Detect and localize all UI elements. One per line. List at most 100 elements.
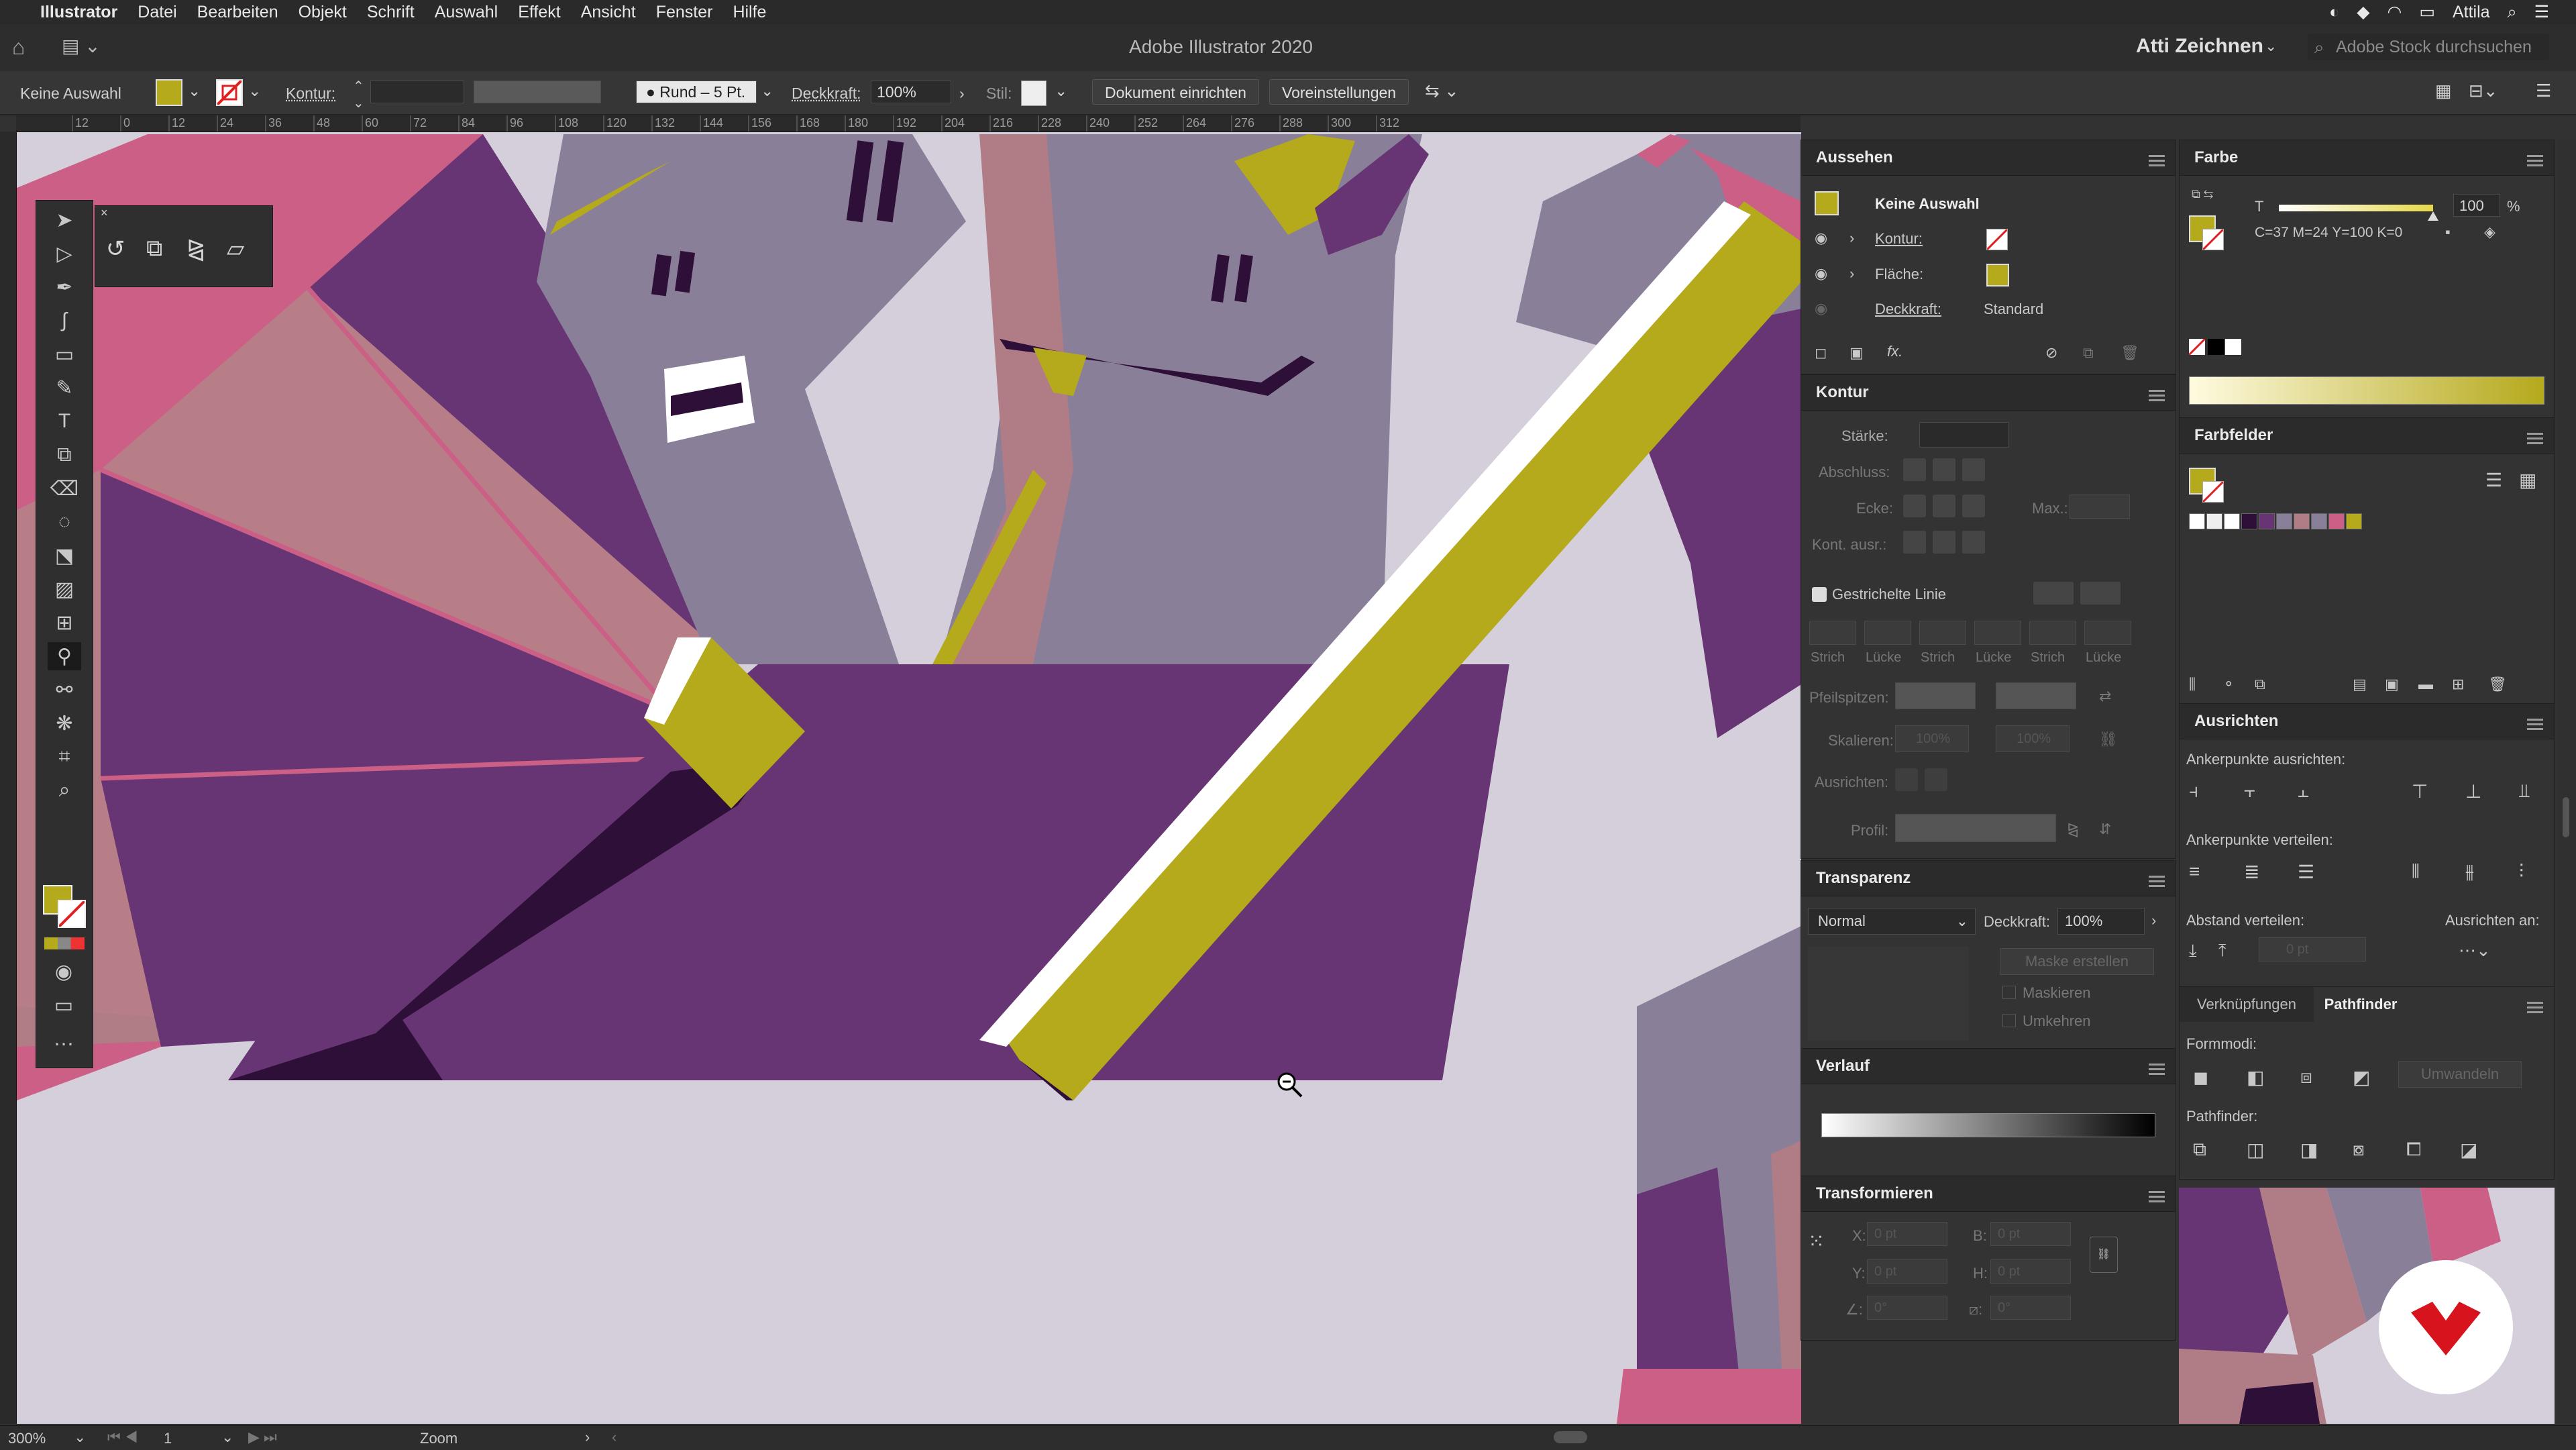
list-view-icon[interactable]: ☰ <box>2485 469 2502 491</box>
duplicate-item-icon[interactable]: ⧉ <box>2083 344 2094 362</box>
swatch[interactable] <box>2328 513 2345 529</box>
menu-fenster[interactable]: Fenster <box>656 3 713 22</box>
align-inside-icon[interactable] <box>1933 531 1955 554</box>
swatch[interactable] <box>2224 513 2240 529</box>
panel-menu-icon[interactable] <box>2527 719 2543 721</box>
reflect-tool-icon[interactable]: ⧎ <box>186 236 206 262</box>
cap-square-icon[interactable] <box>1962 458 1985 481</box>
limit-field[interactable] <box>2070 495 2130 519</box>
shape-builder-tool-icon[interactable]: ⬔ <box>48 541 81 570</box>
swatches-stroke-swatch[interactable] <box>2202 480 2224 503</box>
opacity-label[interactable]: Deckkraft: <box>792 85 861 103</box>
add-stroke-icon[interactable]: ◻ <box>1815 344 1827 362</box>
status-icon[interactable]: ◐ <box>2329 3 2339 22</box>
dash-field[interactable] <box>1864 621 1911 645</box>
chevron-left-icon[interactable]: ‹ <box>612 1429 616 1446</box>
link-scale-icon[interactable]: ⛓ <box>2099 731 2118 748</box>
stroke-weight-field[interactable] <box>370 81 464 103</box>
transform-options-icon[interactable]: ⊟⌄ <box>2469 81 2498 101</box>
unite-icon[interactable]: ◼ <box>2193 1066 2208 1088</box>
menu-app[interactable]: Illustrator <box>40 3 117 22</box>
distribute-horizontal-space-icon[interactable]: ⤒ <box>2218 940 2226 962</box>
menu-effekt[interactable]: Effekt <box>518 3 560 22</box>
color-spectrum-bar[interactable] <box>2189 376 2544 405</box>
fill-swatch[interactable] <box>156 79 182 106</box>
panel-menu-icon[interactable] <box>2149 155 2165 157</box>
chevron-down-icon[interactable]: ⌄ <box>248 82 261 100</box>
stroke-swatch[interactable] <box>58 900 86 928</box>
kontur-swatch[interactable] <box>1986 228 2008 251</box>
stroke-label[interactable]: Kontur: <box>286 85 335 103</box>
align-options-icon[interactable]: ▦ <box>2435 81 2452 101</box>
swatch-libraries-icon[interactable]: ⫼ <box>2189 676 2196 693</box>
swatch[interactable] <box>2311 513 2327 529</box>
type-tool-icon[interactable]: T <box>48 407 81 435</box>
menu-auswahl[interactable]: Auswahl <box>435 3 498 22</box>
rectangle-tool-icon[interactable]: ▭ <box>48 340 81 368</box>
b-field[interactable]: 0 pt <box>1990 1222 2071 1246</box>
brush-definition-field[interactable]: ● Rund – 5 Pt. <box>636 81 757 103</box>
profile-select[interactable] <box>1895 814 2056 842</box>
distribute-button-icon[interactable]: ⫵ <box>2465 861 2474 883</box>
ruler-vertical[interactable] <box>0 132 17 1424</box>
black-swatch[interactable] <box>2208 339 2224 355</box>
artboard-tool-icon[interactable]: ⊞ <box>48 609 81 637</box>
search-icon[interactable]: ⌕ <box>2508 3 2517 22</box>
white-swatch[interactable] <box>2225 339 2241 355</box>
style-swatch[interactable] <box>1021 81 1046 106</box>
fill-stroke-swatches[interactable] <box>43 885 87 929</box>
dash-field[interactable] <box>2084 621 2131 645</box>
align-button-icon[interactable]: ⊥ <box>2465 780 2481 802</box>
y-field[interactable]: 0 pt <box>1867 1259 1947 1284</box>
opacity-field[interactable]: 100% <box>2057 908 2145 935</box>
workspace-switcher[interactable]: Atti Zeichnen <box>2136 35 2263 58</box>
distribute-vertical-space-icon[interactable]: ⤓ <box>2189 940 2197 962</box>
default-colors-icon[interactable]: ⧉ ⇆ <box>2192 187 2213 201</box>
minus-front-icon[interactable]: ◧ <box>2247 1066 2264 1088</box>
chevron-right-icon[interactable]: › <box>1849 265 1854 282</box>
panel-menu-icon[interactable] <box>2527 155 2543 157</box>
slice-tool-icon[interactable]: ⌗ <box>48 743 81 771</box>
mask-thumbnail[interactable] <box>1808 947 1969 1041</box>
tint-slider[interactable] <box>2279 205 2433 211</box>
chevron-right-icon[interactable]: › <box>2151 912 2156 929</box>
scale-end-field[interactable]: 100% <box>1996 725 2070 752</box>
align-button-icon[interactable]: ⫟ <box>2244 780 2255 802</box>
exclude-icon[interactable]: ◩ <box>2353 1066 2370 1088</box>
chevron-right-icon[interactable]: › <box>1849 229 1854 247</box>
corner-bevel-icon[interactable] <box>1962 495 1985 517</box>
weight-field[interactable] <box>1919 422 2009 448</box>
align-button-icon[interactable]: ⫫ <box>2519 780 2530 802</box>
make-mask-button[interactable]: Maske erstellen <box>2000 948 2154 975</box>
color-group-icon[interactable]: ▤ <box>2353 676 2367 693</box>
dash-field[interactable] <box>1919 621 1966 645</box>
out-of-gamut-icon[interactable]: ▪ <box>2445 223 2451 241</box>
swatch[interactable] <box>2189 513 2205 529</box>
chevron-down-icon[interactable]: ⌄ <box>221 1429 233 1446</box>
chevron-down-icon[interactable]: ⌄ <box>2265 38 2277 55</box>
panel-menu-icon[interactable] <box>2527 1002 2543 1004</box>
divide-icon[interactable]: ⧉ <box>2193 1139 2206 1161</box>
swap-arrows-icon[interactable]: ⇄ <box>2099 688 2111 705</box>
tab-pathfinder[interactable]: Pathfinder <box>2314 987 2408 1022</box>
align-to-select-icon[interactable]: ⋯⌄ <box>2459 940 2491 961</box>
swatch[interactable] <box>2346 513 2362 529</box>
control-center-icon[interactable]: ☰ <box>2534 2 2549 22</box>
cap-round-icon[interactable] <box>1933 458 1955 481</box>
swatch[interactable] <box>2241 513 2257 529</box>
paintbrush-tool-icon[interactable]: ✎ <box>48 374 81 402</box>
variable-width-field[interactable] <box>474 81 601 103</box>
eraser-tool-icon[interactable]: ⌫ <box>48 474 81 503</box>
direct-selection-tool-icon[interactable]: ▷ <box>48 240 81 268</box>
align-outside-icon[interactable] <box>1962 531 1985 554</box>
screen-mode-icon[interactable]: ▭ <box>47 991 80 1019</box>
flip-vertical-icon[interactable]: ⇵ <box>2099 821 2111 838</box>
dash-field[interactable] <box>2029 621 2076 645</box>
battery-icon[interactable]: ▭ <box>2419 2 2435 22</box>
distribute-button-icon[interactable]: ⫶ <box>2519 861 2524 883</box>
web-color-icon[interactable]: ◈ <box>2484 223 2496 241</box>
eye-icon[interactable]: ◉ <box>1815 229 1827 247</box>
arrange-documents-icon[interactable]: ⇆ ⌄ <box>1425 81 1459 101</box>
menu-hilfe[interactable]: Hilfe <box>733 3 766 22</box>
flip-profile-icon[interactable]: ⧎ <box>2067 821 2079 838</box>
